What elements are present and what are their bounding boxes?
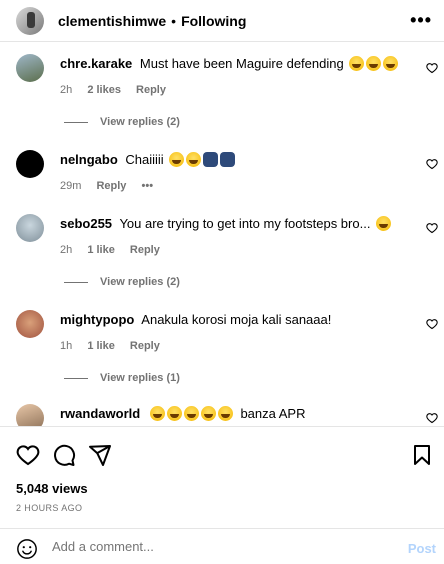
comment-text: Chaiiiii (125, 152, 164, 167)
comment-likes[interactable]: 1 like (87, 340, 115, 352)
add-comment-bar: Post (0, 528, 444, 564)
post-button[interactable]: Post (408, 541, 436, 556)
view-replies-label: View replies (2) (100, 276, 180, 288)
like-heart-icon[interactable] (426, 318, 438, 330)
reply-button[interactable]: Reply (130, 340, 160, 352)
add-comment-input[interactable] (52, 539, 392, 554)
comment-username[interactable]: nelngabo (60, 152, 118, 167)
raised-hands-emoji-icon (203, 152, 219, 167)
laughing-emoji-icon (383, 56, 399, 71)
header-separator: • (171, 12, 177, 29)
laughing-emoji-icon (366, 56, 382, 71)
laughing-emoji-icon (200, 406, 216, 421)
avatar[interactable] (16, 214, 44, 242)
laughing-emoji-icon (376, 216, 392, 231)
comment-more-icon[interactable]: ••• (142, 180, 154, 192)
like-heart-icon[interactable] (426, 222, 438, 234)
comment-text: banza APR (240, 406, 306, 421)
comment-username[interactable]: chre.karake (60, 56, 132, 71)
avatar[interactable] (16, 54, 44, 82)
laughing-emoji-icon (169, 152, 185, 167)
reply-button[interactable]: Reply (130, 244, 160, 256)
post-actions: 5,048 views 2 HOURS AGO (0, 426, 444, 528)
comment-time: 29m (60, 180, 82, 192)
avatar[interactable] (16, 310, 44, 338)
views-count[interactable]: 5,048 views (16, 481, 88, 496)
comment-likes[interactable]: 1 like (87, 244, 115, 256)
replies-divider (64, 377, 88, 379)
comment-text: Anakula korosi moja kali sanaaa! (141, 312, 332, 327)
comment-time: 1h (60, 340, 73, 352)
comment-bubble-icon[interactable] (52, 443, 76, 467)
laughing-emoji-icon (183, 406, 199, 421)
comment-username[interactable]: sebo255 (60, 216, 112, 231)
view-replies-label: View replies (1) (100, 372, 180, 384)
laughing-emoji-icon (166, 406, 182, 421)
comment-time: 2h (60, 244, 73, 256)
comment-username[interactable]: rwandaworld (60, 406, 140, 421)
laughing-emoji-icon (149, 406, 165, 421)
share-send-icon[interactable] (88, 443, 112, 467)
laughing-emoji-icon (217, 406, 233, 421)
avatar[interactable] (16, 404, 44, 426)
view-replies-button[interactable]: View replies (1) (64, 372, 180, 384)
post-header: clementishimwe • Following ••• (0, 0, 444, 42)
reply-button[interactable]: Reply (96, 180, 126, 192)
post-timestamp: 2 HOURS AGO (16, 503, 83, 513)
reply-button[interactable]: Reply (136, 84, 166, 96)
raised-hands-emoji-icon (220, 152, 236, 167)
comment-time: 2h (60, 84, 73, 96)
view-replies-button[interactable]: View replies (2) (64, 276, 180, 288)
laughing-emoji-icon (186, 152, 202, 167)
like-heart-icon[interactable] (16, 443, 40, 467)
avatar[interactable] (16, 150, 44, 178)
comment-text: Must have been Maguire defending (139, 56, 344, 71)
comment-likes[interactable]: 2 likes (87, 84, 121, 96)
following-button[interactable]: Following (181, 13, 246, 29)
view-replies-label: View replies (2) (100, 116, 180, 128)
like-heart-icon[interactable] (426, 412, 438, 424)
comment-username[interactable]: mightypopo (60, 312, 134, 327)
emoji-picker-icon[interactable] (16, 538, 38, 560)
comment-text: You are trying to get into my footsteps … (119, 216, 371, 231)
like-heart-icon[interactable] (426, 158, 438, 170)
more-options-icon[interactable]: ••• (410, 10, 432, 31)
replies-divider (64, 281, 88, 283)
author-username[interactable]: clementishimwe (58, 13, 166, 29)
author-avatar[interactable] (16, 6, 44, 35)
bookmark-icon[interactable] (410, 443, 434, 467)
view-replies-button[interactable]: View replies (2) (64, 116, 180, 128)
comments-list[interactable]: chre.karake Must have been Maguire defen… (0, 42, 444, 426)
like-heart-icon[interactable] (426, 62, 438, 74)
laughing-emoji-icon (349, 56, 365, 71)
replies-divider (64, 121, 88, 123)
